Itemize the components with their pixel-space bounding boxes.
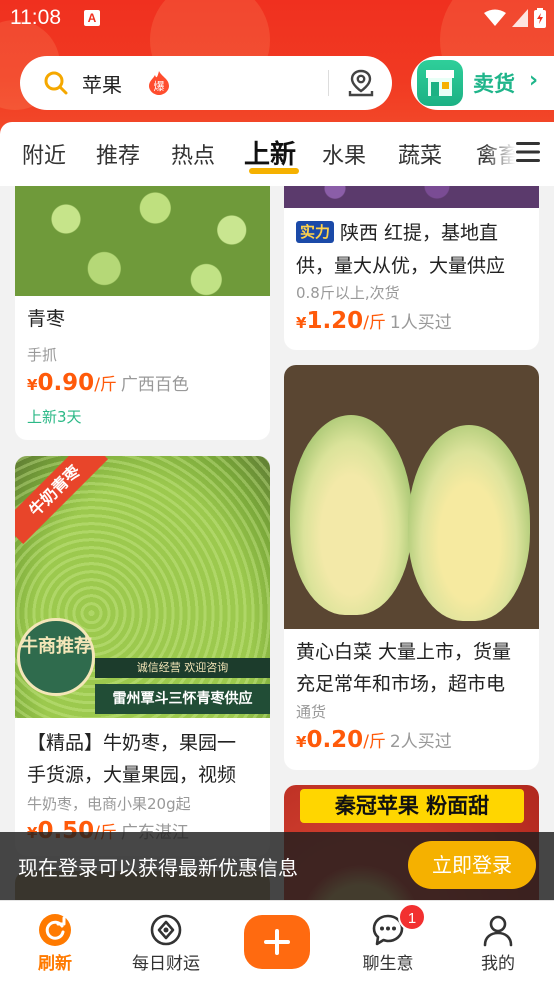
price-unit: /斤 xyxy=(363,732,386,752)
price-currency: ¥ xyxy=(296,314,307,332)
tab-recommend[interactable]: 推荐 xyxy=(96,138,140,170)
publish-button[interactable] xyxy=(244,915,310,969)
wifi-icon xyxy=(484,9,506,26)
login-prompt-bar: 现在登录可以获得最新优惠信息 立即登录 xyxy=(0,832,554,900)
product-title-line1: 【精品】牛奶枣，果园一 xyxy=(27,732,237,754)
product-title-text: 陕西 红提，基地直 xyxy=(340,222,499,244)
plus-icon xyxy=(264,929,290,955)
tab-vegetables[interactable]: 蔬菜 xyxy=(398,138,442,170)
origin-location: 广西百色 xyxy=(120,375,189,395)
category-tabs: 附近 推荐 热点 上新 水果 蔬菜 禽畜 xyxy=(0,122,554,186)
nav-label: 刷新 xyxy=(38,954,72,974)
sell-label: 卖货 xyxy=(473,72,515,96)
product-spec: 手抓 xyxy=(27,346,58,364)
tab-new-arrivals[interactable]: 上新 xyxy=(244,134,296,171)
store-icon xyxy=(417,60,463,106)
search-bar[interactable]: 苹果 爆 xyxy=(20,56,392,110)
status-bar: 11:08 A xyxy=(0,0,554,40)
price-currency: ¥ xyxy=(27,376,38,394)
profile-icon xyxy=(483,915,513,947)
system-icons xyxy=(484,8,546,28)
banner-tagline: 诚信经营 欢迎咨询 xyxy=(95,658,270,678)
nav-chat-business[interactable]: 聊生意 xyxy=(333,901,443,985)
product-title-line2: 供，量大从优，大量供应 xyxy=(296,255,506,277)
product-spec: 通货 xyxy=(296,703,327,721)
search-icon xyxy=(44,71,68,95)
unread-badge: 1 xyxy=(398,903,426,931)
product-card-napa-cabbage[interactable]: 黄心白菜 大量上市，货量 充足常年和市场，超市电 通货 ¥0.20/斤 2人买过 xyxy=(284,365,539,770)
product-banner: 秦冠苹果 粉面甜 xyxy=(300,789,524,823)
nav-profile[interactable]: 我的 xyxy=(443,901,553,985)
merchant-seal: 牛商推荐 xyxy=(17,618,95,696)
product-image-cabbage xyxy=(284,365,539,629)
status-time: 11:08 xyxy=(10,6,61,29)
price-value: 1.20 xyxy=(306,308,364,334)
signal-icon xyxy=(512,9,528,27)
product-card-red-grape[interactable]: 实力 陕西 红提，基地直 供，量大从优，大量供应 0.8斤以上,次货 ¥1.20/… xyxy=(284,186,539,350)
product-title-line1: 实力 陕西 红提，基地直 xyxy=(296,216,498,250)
battery-icon xyxy=(534,8,546,28)
nav-label: 每日财运 xyxy=(132,954,200,974)
active-tab-indicator xyxy=(249,168,299,174)
buyer-count: 2人买过 xyxy=(389,732,452,752)
product-card-milk-jujube[interactable]: 牛奶青枣 牛商推荐 诚信经营 欢迎咨询 雷州覃斗三怀青枣供应 【精品】牛奶枣，果… xyxy=(15,456,270,856)
product-card-green-jujube[interactable]: 青枣 手抓 ¥0.90/斤 广西百色 上新3天 xyxy=(15,186,270,440)
tab-hot[interactable]: 热点 xyxy=(171,138,215,170)
product-title-line2: 手货源，大量果园，视频 xyxy=(27,764,237,786)
new-arrival-tag: 上新3天 xyxy=(27,408,82,426)
menu-icon[interactable] xyxy=(516,142,540,162)
location-icon[interactable] xyxy=(346,68,376,98)
price-unit: /斤 xyxy=(94,375,117,395)
app-indicator-icon: A xyxy=(84,10,100,26)
hot-flame-icon: 爆 xyxy=(149,71,169,95)
price-line: ¥1.20/斤 1人买过 xyxy=(296,308,452,334)
nav-label: 我的 xyxy=(481,954,515,974)
strength-badge: 实力 xyxy=(296,221,335,243)
fortune-icon xyxy=(150,914,182,946)
nav-label: 聊生意 xyxy=(362,954,414,974)
product-image-jujube xyxy=(15,186,270,296)
bottom-nav: 刷新 每日财运 聊生意 1 我的 xyxy=(0,900,554,985)
price-unit: /斤 xyxy=(363,313,386,333)
product-title: 青枣 xyxy=(27,308,66,330)
cabbage-half-left xyxy=(290,415,412,615)
product-title-line1: 黄心白菜 大量上市，货量 xyxy=(296,641,512,663)
product-spec: 牛奶枣，电商小果20g起 xyxy=(27,795,191,813)
nav-daily-fortune[interactable]: 每日财运 xyxy=(111,901,221,985)
product-spec: 0.8斤以上,次货 xyxy=(296,284,400,302)
price-line: ¥0.90/斤 广西百色 xyxy=(27,370,189,396)
price-value: 0.90 xyxy=(37,370,95,396)
product-image-grape xyxy=(284,186,539,208)
nav-refresh[interactable]: 刷新 xyxy=(0,901,110,985)
search-query: 苹果 xyxy=(82,73,122,97)
product-banner: 雷州覃斗三怀青枣供应 xyxy=(95,684,270,714)
sell-goods-button[interactable]: 卖货 › xyxy=(411,56,554,110)
product-title-line2: 充足常年和市场，超市电 xyxy=(296,673,506,695)
tab-nearby[interactable]: 附近 xyxy=(22,138,66,170)
price-line: ¥0.20/斤 2人买过 xyxy=(296,727,452,753)
product-image-milk-jujube: 牛奶青枣 牛商推荐 诚信经营 欢迎咨询 雷州覃斗三怀青枣供应 xyxy=(15,456,270,718)
chevron-right-icon: › xyxy=(529,68,539,93)
login-prompt-text: 现在登录可以获得最新优惠信息 xyxy=(18,856,298,880)
tab-fruit[interactable]: 水果 xyxy=(322,138,366,170)
buyer-count: 1人买过 xyxy=(389,313,452,333)
cabbage-half-right xyxy=(408,425,530,621)
search-divider xyxy=(328,70,329,96)
hot-badge-text: 爆 xyxy=(154,79,165,93)
login-button[interactable]: 立即登录 xyxy=(408,841,536,889)
header: 11:08 A 苹果 爆 卖货 › xyxy=(0,0,554,135)
price-value: 0.20 xyxy=(306,727,364,753)
price-currency: ¥ xyxy=(296,733,307,751)
refresh-icon xyxy=(39,914,71,946)
